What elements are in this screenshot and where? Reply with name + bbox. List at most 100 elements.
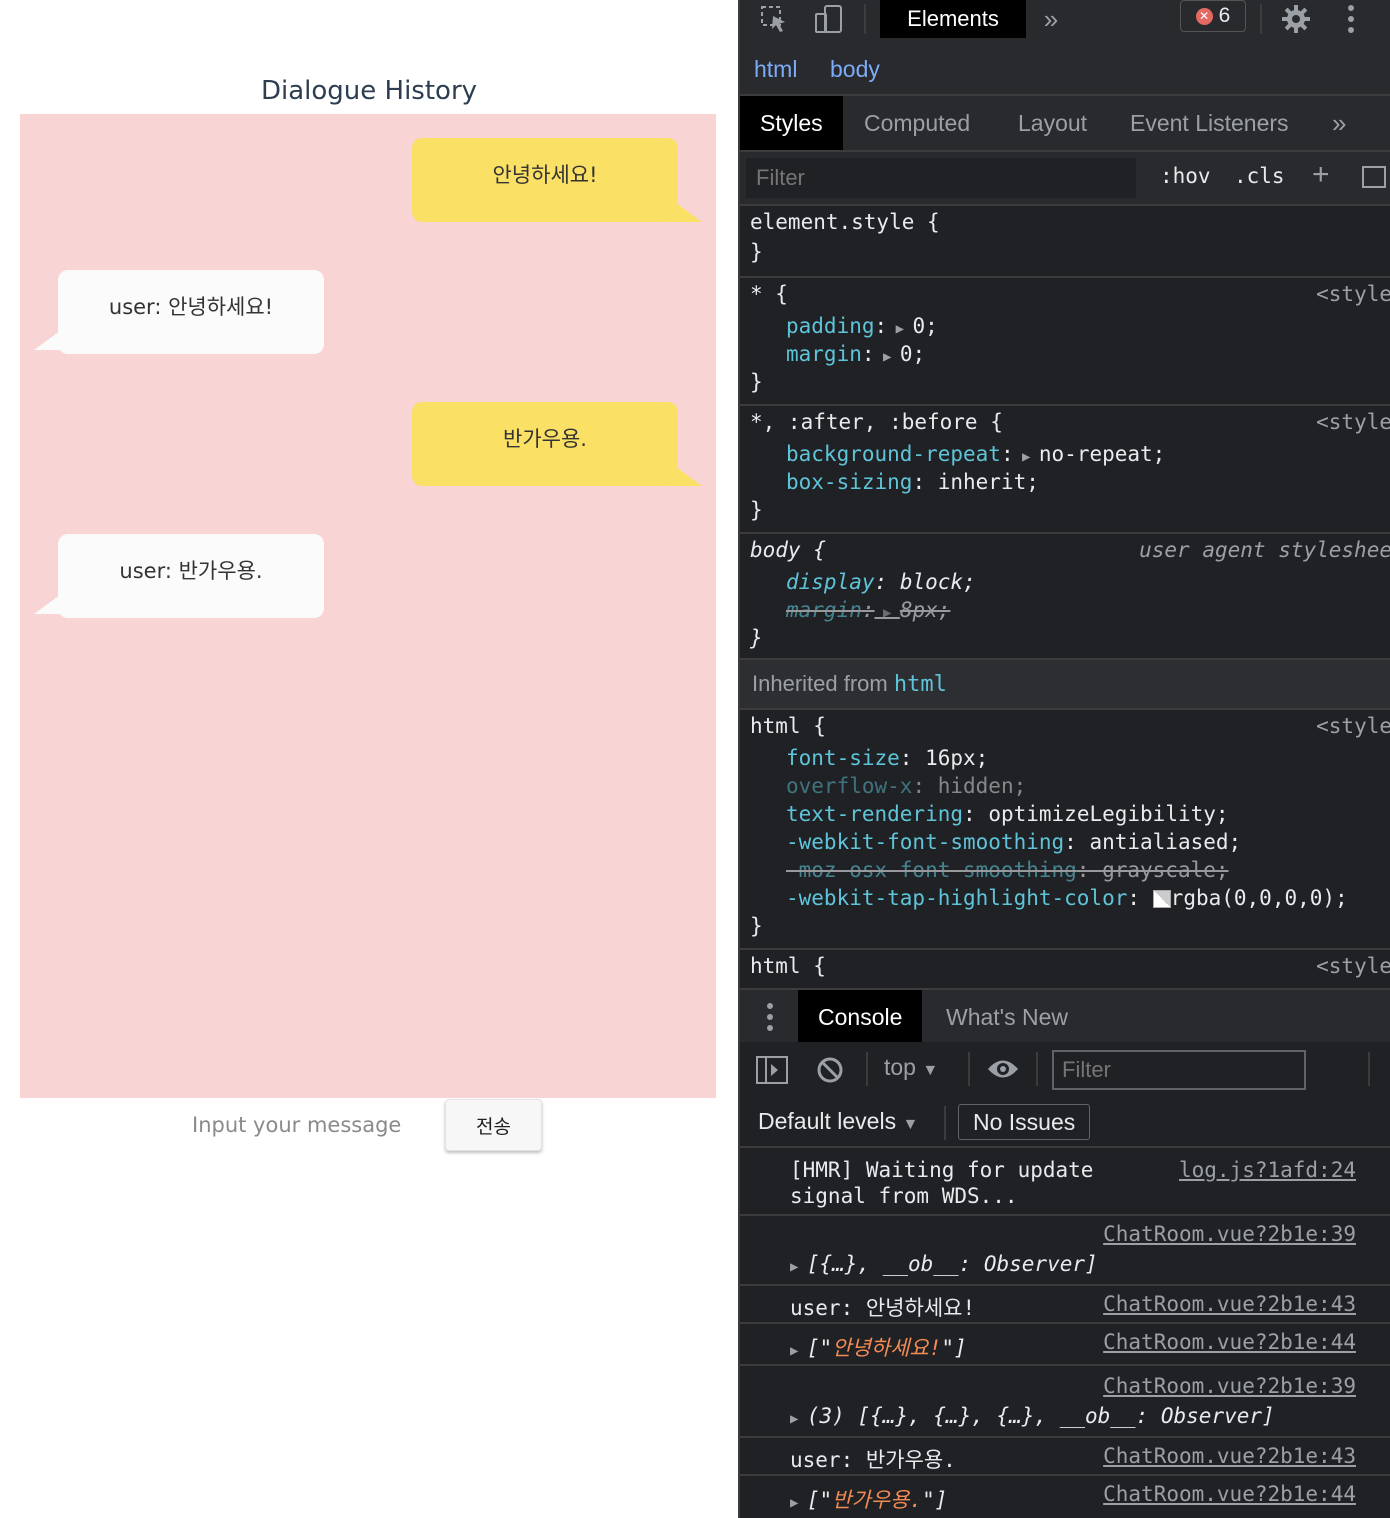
style-rules-pane: element.style { } * { <style padding: ▶ … — [740, 206, 1390, 988]
console-message-text: signal from WDS... — [790, 1184, 1018, 1208]
more-subtabs-icon[interactable]: » — [1312, 96, 1366, 150]
rule-source-link[interactable]: <style — [1316, 954, 1390, 978]
console-source-link[interactable]: ChatRoom.vue?2b1e:39 — [1103, 1374, 1356, 1398]
drawer-menu-icon[interactable] — [766, 1002, 774, 1037]
css-property[interactable]: overflow-x — [786, 774, 912, 798]
css-property[interactable]: -moz-osx-font-smoothing — [786, 858, 1077, 882]
css-property[interactable]: font-size — [786, 746, 900, 770]
css-property[interactable]: padding — [786, 314, 875, 338]
console-source-link[interactable]: ChatRoom.vue?2b1e:43 — [1103, 1444, 1356, 1468]
rule-source-label: user agent styleshee — [1139, 538, 1390, 562]
user-message-bubble: user: 안녕하세요! — [34, 270, 324, 354]
expand-triangle-icon[interactable]: ▶ — [875, 605, 900, 621]
tab-elements[interactable]: Elements — [880, 0, 1026, 38]
css-property[interactable]: box-sizing — [786, 470, 912, 494]
console-object[interactable]: ▶ (3) [{…}, {…}, {…}, __ob__: Observer] — [790, 1404, 1275, 1428]
console-object[interactable]: ▶ [{…}, __ob__: Observer] — [790, 1252, 1098, 1276]
css-value[interactable]: grayscale; — [1102, 858, 1228, 882]
expand-triangle-icon[interactable]: ▶ — [875, 349, 900, 365]
default-levels-dropdown[interactable]: Default levels ▼ — [758, 1108, 918, 1135]
css-property[interactable]: text-rendering — [786, 802, 963, 826]
kebab-menu-icon[interactable] — [1336, 0, 1366, 38]
error-count-badge[interactable]: ✕ 6 — [1180, 0, 1246, 32]
rule-selector: html { — [750, 954, 826, 978]
breadcrumb-html[interactable]: html — [754, 56, 797, 83]
console-filter-input[interactable] — [1052, 1050, 1306, 1090]
css-value: 8px; — [899, 598, 951, 622]
error-icon: ✕ — [1195, 7, 1213, 25]
toolbar-divider — [1260, 4, 1262, 34]
css-value[interactable]: no-repeat; — [1039, 442, 1165, 466]
expand-triangle-icon[interactable]: ▶ — [790, 1343, 807, 1359]
inherited-tag-link[interactable]: html — [894, 672, 947, 697]
color-swatch-icon[interactable] — [1152, 890, 1171, 908]
console-message-text: user: 반가우용. — [790, 1448, 956, 1472]
css-value[interactable]: inherit; — [938, 470, 1039, 494]
rule-selector: element.style { — [750, 210, 940, 234]
css-value[interactable]: hidden; — [938, 774, 1027, 798]
inspect-element-icon[interactable] — [756, 0, 792, 38]
console-source-link[interactable]: ChatRoom.vue?2b1e:39 — [1103, 1222, 1356, 1246]
rule-source-link[interactable]: <style — [1316, 410, 1390, 434]
tab-event-listeners[interactable]: Event Listeners — [1110, 96, 1309, 150]
live-expression-eye-icon[interactable] — [986, 1056, 1020, 1087]
devtools-toolbar: Elements » ✕ 6 — [740, 0, 1390, 40]
context-selector[interactable]: top ▼ — [884, 1054, 938, 1081]
settings-gear-icon[interactable] — [1278, 0, 1314, 38]
my-message-bubble: 반가우용. — [412, 402, 702, 486]
show-sidebar-icon[interactable] — [756, 1056, 788, 1089]
css-property: display — [786, 570, 875, 594]
expand-triangle-icon[interactable]: ▶ — [790, 1259, 807, 1275]
tab-computed[interactable]: Computed — [844, 96, 990, 150]
console-string: 안녕하세요! — [832, 1336, 942, 1360]
rule-source-link[interactable]: <style — [1316, 282, 1390, 306]
message-input[interactable] — [190, 1106, 424, 1144]
tab-layout[interactable]: Layout — [998, 96, 1107, 150]
styles-filter-bar: :hov .cls + — [740, 152, 1390, 206]
console-source-link[interactable]: ChatRoom.vue?2b1e:44 — [1103, 1330, 1356, 1354]
css-property[interactable]: background-repeat — [786, 442, 1001, 466]
css-value[interactable]: 16px; — [925, 746, 988, 770]
breadcrumb-body[interactable]: body — [830, 56, 880, 83]
console-object[interactable]: ▶ ["반가우용."] — [790, 1484, 947, 1514]
css-value[interactable]: antialiased; — [1089, 830, 1241, 854]
console-object-preview: (3) [{…}, {…}, {…}, __ob__: Observer] — [806, 1404, 1275, 1428]
tab-whats-new[interactable]: What's New — [926, 990, 1088, 1044]
console-levels-bar: Default levels ▼ No Issues — [740, 1098, 1390, 1148]
console-source-link[interactable]: ChatRoom.vue?2b1e:43 — [1103, 1292, 1356, 1316]
console-source-link[interactable]: ChatRoom.vue?2b1e:44 — [1103, 1482, 1356, 1506]
bracket-close: "] — [941, 1336, 967, 1360]
device-toolbar-icon[interactable] — [810, 0, 846, 38]
console-object[interactable]: ▶ ["안녕하세요!"] — [790, 1332, 967, 1362]
css-property[interactable]: -webkit-tap-highlight-color — [786, 886, 1127, 910]
rule-close: } — [750, 498, 763, 522]
css-value[interactable]: rgba(0,0,0,0); — [1171, 886, 1348, 910]
rule-html: html { <style font-size: 16px; overflow-… — [740, 710, 1390, 950]
bracket-open: [" — [806, 1336, 833, 1360]
issues-button[interactable]: No Issues — [958, 1104, 1091, 1140]
css-property[interactable]: margin — [786, 342, 862, 366]
more-tabs-icon[interactable]: » — [1036, 0, 1066, 38]
rule-after-before: *, :after, :before { <style background-r… — [740, 406, 1390, 534]
css-value[interactable]: 0; — [900, 342, 925, 366]
expand-triangle-icon[interactable]: ▶ — [790, 1495, 807, 1511]
tab-console[interactable]: Console — [798, 990, 923, 1044]
console-source-link[interactable]: log.js?1afd:24 — [1179, 1158, 1356, 1182]
rule-selector: * { — [750, 282, 788, 306]
clear-console-icon[interactable] — [816, 1056, 844, 1089]
tab-styles[interactable]: Styles — [740, 96, 843, 150]
expand-triangle-icon[interactable]: ▶ — [887, 321, 912, 337]
expand-triangle-icon[interactable]: ▶ — [790, 1411, 807, 1427]
toggle-sidebar-icon[interactable] — [1362, 166, 1386, 188]
new-rule-plus-icon[interactable]: + — [1312, 158, 1330, 192]
rule-source-link[interactable]: <style — [1316, 714, 1390, 738]
styles-filter-input[interactable] — [746, 158, 1136, 198]
hov-toggle[interactable]: :hov — [1160, 164, 1211, 188]
css-value[interactable]: 0; — [912, 314, 937, 338]
expand-triangle-icon[interactable]: ▶ — [1014, 449, 1039, 465]
cls-toggle[interactable]: .cls — [1234, 164, 1285, 188]
rule-close: } — [750, 370, 763, 394]
css-property[interactable]: -webkit-font-smoothing — [786, 830, 1064, 854]
css-value[interactable]: optimizeLegibility; — [988, 802, 1228, 826]
send-button[interactable]: 전송 — [445, 1099, 542, 1151]
